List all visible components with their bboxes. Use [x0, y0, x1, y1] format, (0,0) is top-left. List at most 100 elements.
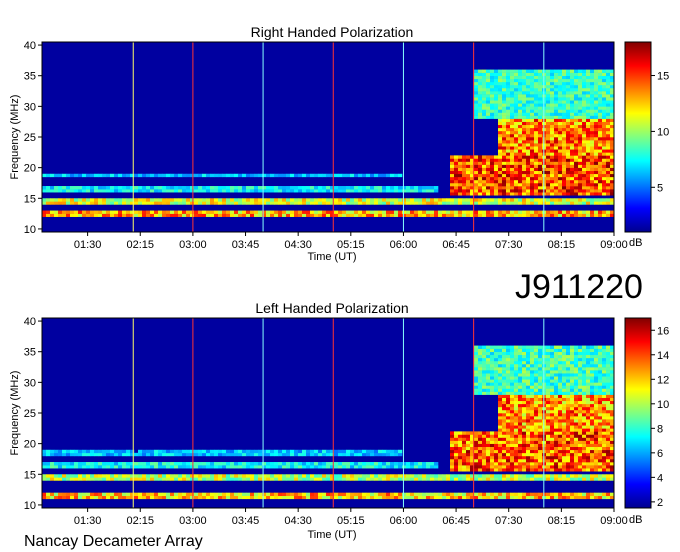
spectrogram-cell [326, 492, 331, 497]
spectrogram-cell [586, 69, 591, 73]
spectrogram-cell [118, 474, 123, 478]
spectrogram-cell [606, 354, 611, 359]
spectrogram-cell [194, 495, 199, 500]
spectrogram-cell [582, 403, 587, 408]
spectrogram-cell [334, 465, 339, 469]
spectrogram-cell [518, 161, 523, 165]
spectrogram-cell [598, 91, 603, 95]
spectrogram-cell [606, 391, 611, 395]
spectrogram-cell [302, 210, 307, 214]
spectrogram-cell [458, 462, 463, 466]
spectrogram-cell [506, 146, 511, 150]
spectrogram-cell [90, 474, 95, 478]
spectrogram-cell [498, 72, 503, 77]
spectrogram-cell [574, 152, 579, 156]
spectrogram-cell [338, 201, 343, 205]
spectrogram-cell [514, 434, 519, 438]
spectrogram-cell [598, 170, 603, 175]
spectrogram-cell [586, 124, 591, 129]
spectrogram-cell [266, 186, 271, 190]
spectrogram-cell [602, 348, 607, 353]
spectrogram-cell [494, 94, 499, 98]
spectrogram-cell [158, 213, 163, 217]
spectrogram-cell [102, 495, 107, 500]
spectrogram-cell [586, 419, 591, 423]
spectrogram-cell [510, 173, 515, 178]
spectrogram-cell [522, 416, 527, 420]
spectrogram-cell [522, 477, 527, 481]
spectrogram-cell [194, 210, 199, 214]
spectrogram-cell [574, 449, 579, 454]
spectrogram-cell [270, 474, 275, 478]
spectrogram-cell [526, 422, 531, 426]
spectrogram-cell [582, 462, 587, 466]
spectrogram-cell [510, 115, 515, 119]
spectrogram-cell [66, 495, 71, 500]
spectrogram-cell [534, 124, 539, 129]
spectrogram-cell [534, 403, 539, 408]
spectrogram-cell [486, 376, 491, 380]
spectrogram-cell [558, 477, 563, 481]
spectrogram-cell [498, 149, 503, 153]
spectrogram-cell [510, 109, 515, 113]
spectrogram-cell [166, 213, 171, 217]
spectrogram-cell [606, 403, 611, 408]
spectrogram-cell [502, 357, 507, 362]
spectrogram-cell [574, 118, 579, 122]
spectrogram-cell [606, 198, 611, 202]
spectrogram-cell [122, 452, 127, 457]
spectrogram-cell [70, 495, 75, 500]
spectrogram-cell [482, 173, 487, 178]
spectrogram-cell [474, 345, 479, 349]
spectrogram-cell [426, 189, 431, 193]
spectrogram-cell [522, 146, 527, 150]
spectrogram-cell [594, 419, 599, 423]
spectrogram-cell [546, 176, 551, 181]
spectrogram-cell [482, 94, 487, 98]
spectrogram-cell [514, 406, 519, 411]
spectrogram-cell [466, 455, 471, 460]
spectrogram-cell [594, 351, 599, 356]
spectrogram-cell [586, 400, 591, 405]
spectrogram-cell [538, 213, 543, 217]
spectrogram-cell [570, 455, 575, 460]
spectrogram-cell [594, 425, 599, 429]
spectrogram-cell [498, 477, 503, 481]
spectrogram-cell [42, 173, 47, 178]
spectrogram-cell [550, 170, 555, 175]
spectrogram-cell [598, 422, 603, 426]
spectrogram-cell [538, 146, 543, 150]
spectrogram-cell [538, 431, 543, 435]
spectrogram-cell [282, 452, 287, 457]
spectrogram-cell [490, 348, 495, 353]
spectrogram-cell [586, 161, 591, 165]
spectrogram-cell [582, 164, 587, 168]
spectrogram-cell [86, 189, 91, 193]
spectrogram-cell [270, 201, 275, 205]
spectrogram-cell [290, 201, 295, 205]
spectrogram-cell [506, 179, 511, 184]
spectrogram-cell [510, 422, 515, 426]
spectrogram-cell [510, 130, 515, 135]
spectrogram-cell [570, 419, 575, 423]
spectrogram-cell [98, 201, 103, 205]
spectrogram-cell [478, 161, 483, 165]
spectrogram-cell [306, 449, 311, 454]
spectrogram-cell [558, 351, 563, 356]
spectrogram-cell [538, 474, 543, 478]
spectrogram-cell [462, 495, 467, 500]
spectrogram-cell [254, 173, 259, 178]
spectrogram-cell [506, 443, 511, 448]
spectrogram-cell [234, 477, 239, 481]
spectrogram-cell [498, 182, 503, 187]
spectrogram-cell [606, 462, 611, 466]
spectrogram-cell [578, 440, 583, 444]
spectrogram-cell [502, 443, 507, 448]
spectrogram-cell [326, 186, 331, 190]
spectrogram-cell [530, 146, 535, 150]
spectrogram-cell [510, 103, 515, 107]
spectrogram-cell [502, 152, 507, 156]
spectrogram-cell [546, 158, 551, 162]
spectrogram-cell [598, 106, 603, 110]
spectrogram-cell [278, 462, 283, 466]
